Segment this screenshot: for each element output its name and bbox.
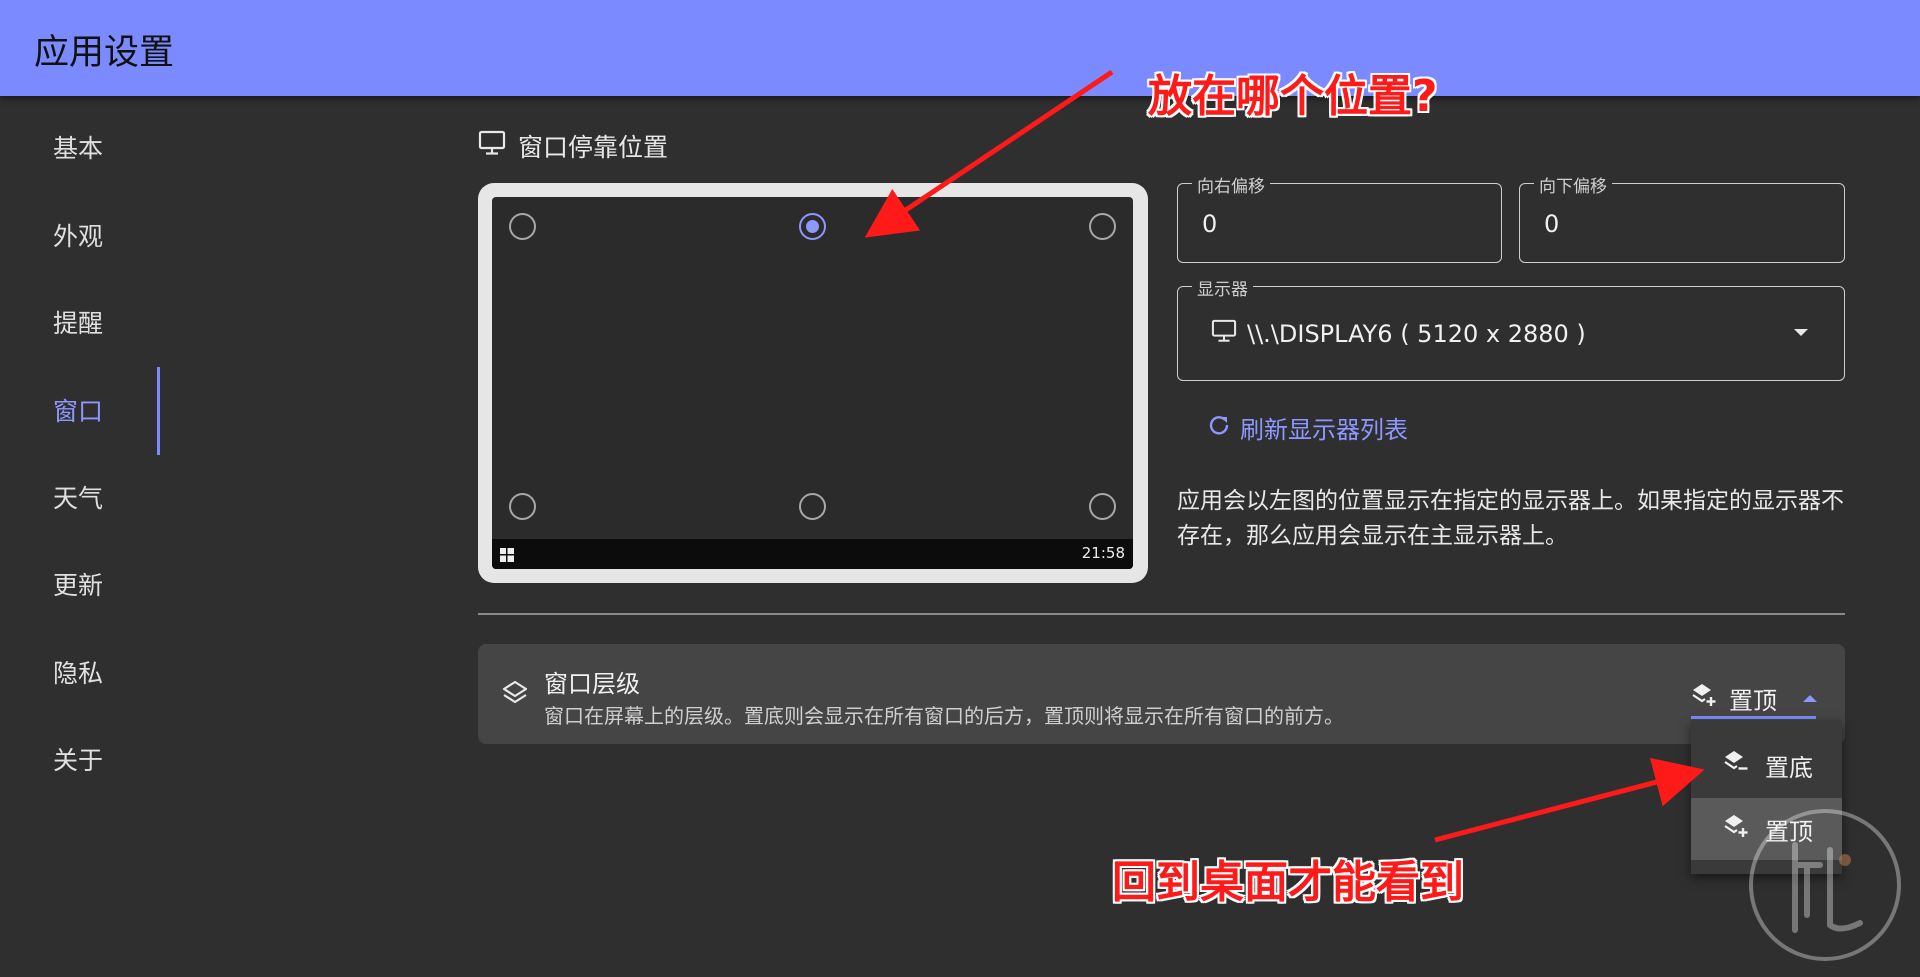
display-description: 应用会以左图的位置显示在指定的显示器上。如果指定的显示器不存在，那么应用会显示在…: [1177, 488, 1844, 549]
display-value: \\.\DISPLAY6 ( 5120 x 2880 ): [1247, 320, 1586, 348]
monitor-icon: [478, 130, 506, 162]
refresh-displays-label: 刷新显示器列表: [1240, 416, 1408, 444]
window-layer-card: 窗口层级 窗口在屏幕上的层级。置底则会显示在所有窗口的后方，置顶则将显示在所有窗…: [478, 644, 1845, 744]
layer-top-icon: [1691, 682, 1717, 714]
layer-bottom-icon: [1723, 749, 1749, 781]
arrow-to-menu: [1434, 757, 1705, 843]
taskbar: 21:58: [492, 539, 1133, 569]
offset-down-label: 向下偏移: [1534, 172, 1612, 197]
layer-select[interactable]: 置顶: [1691, 678, 1817, 718]
offset-right-value[interactable]: 0: [1202, 210, 1217, 238]
monitor-icon: [1211, 319, 1237, 349]
sidebar-active-indicator: [157, 367, 160, 455]
watermark-logo-icon: [1745, 805, 1905, 969]
annotation-bottom: 回到桌面才能看到: [1112, 857, 1464, 908]
offset-right-field[interactable]: 向右偏移 0: [1177, 172, 1502, 263]
sidebar-item-window[interactable]: 窗口: [53, 387, 253, 437]
position-bottom-left-radio[interactable]: [509, 493, 536, 520]
layer-title: 窗口层级: [544, 670, 640, 698]
offset-down-value[interactable]: 0: [1544, 210, 1559, 238]
annotation-top: 放在哪个位置?: [1148, 71, 1438, 122]
page-title: 应用设置: [34, 33, 175, 73]
position-top-right-radio[interactable]: [1089, 213, 1116, 240]
display-select[interactable]: 显示器 \\.\DISPLAY6 ( 5120 x 2880 ): [1177, 275, 1845, 381]
position-top-left-radio[interactable]: [509, 213, 536, 240]
chevron-up-icon: [1803, 694, 1817, 702]
position-bottom-right-radio[interactable]: [1089, 493, 1116, 520]
select-underline: [1691, 716, 1816, 719]
display-label: 显示器: [1192, 275, 1253, 300]
taskbar-clock: 21:58: [1081, 544, 1125, 562]
layers-icon: [502, 680, 528, 712]
screen-preview: 21:58: [492, 197, 1133, 569]
dock-position-preview: 21:58: [478, 183, 1148, 583]
layer-selected-value: 置顶: [1729, 686, 1777, 715]
windows-logo-icon: [500, 547, 514, 566]
position-top-center-radio[interactable]: [799, 213, 826, 240]
dock-section-title: 窗口停靠位置: [478, 128, 668, 164]
refresh-icon: [1208, 414, 1230, 442]
sidebar-item-reminder[interactable]: 提醒: [53, 299, 253, 349]
sidebar-item-weather[interactable]: 天气: [53, 474, 253, 524]
chevron-down-icon[interactable]: [1794, 329, 1808, 336]
dock-section-label: 窗口停靠位置: [518, 133, 669, 162]
offset-down-field[interactable]: 向下偏移 0: [1519, 172, 1845, 263]
sidebar-item-update[interactable]: 更新: [53, 561, 253, 611]
divider: [478, 613, 1845, 615]
sidebar-item-about[interactable]: 关于: [53, 736, 253, 786]
refresh-displays-button[interactable]: 刷新显示器列表: [1208, 410, 1408, 445]
offset-right-label: 向右偏移: [1192, 172, 1270, 197]
menu-item-bottom[interactable]: 置底: [1691, 734, 1842, 796]
sidebar-item-appearance[interactable]: 外观: [53, 212, 253, 262]
position-bottom-center-radio[interactable]: [799, 493, 826, 520]
layer-subtitle: 窗口在屏幕上的层级。置底则会显示在所有窗口的后方，置顶则将显示在所有窗口的前方。: [544, 704, 1344, 728]
sidebar-item-privacy[interactable]: 隐私: [53, 649, 253, 699]
sidebar-item-basic[interactable]: 基本: [53, 124, 253, 174]
app-header: 应用设置: [0, 0, 1920, 96]
menu-item-bottom-label: 置底: [1765, 753, 1813, 782]
